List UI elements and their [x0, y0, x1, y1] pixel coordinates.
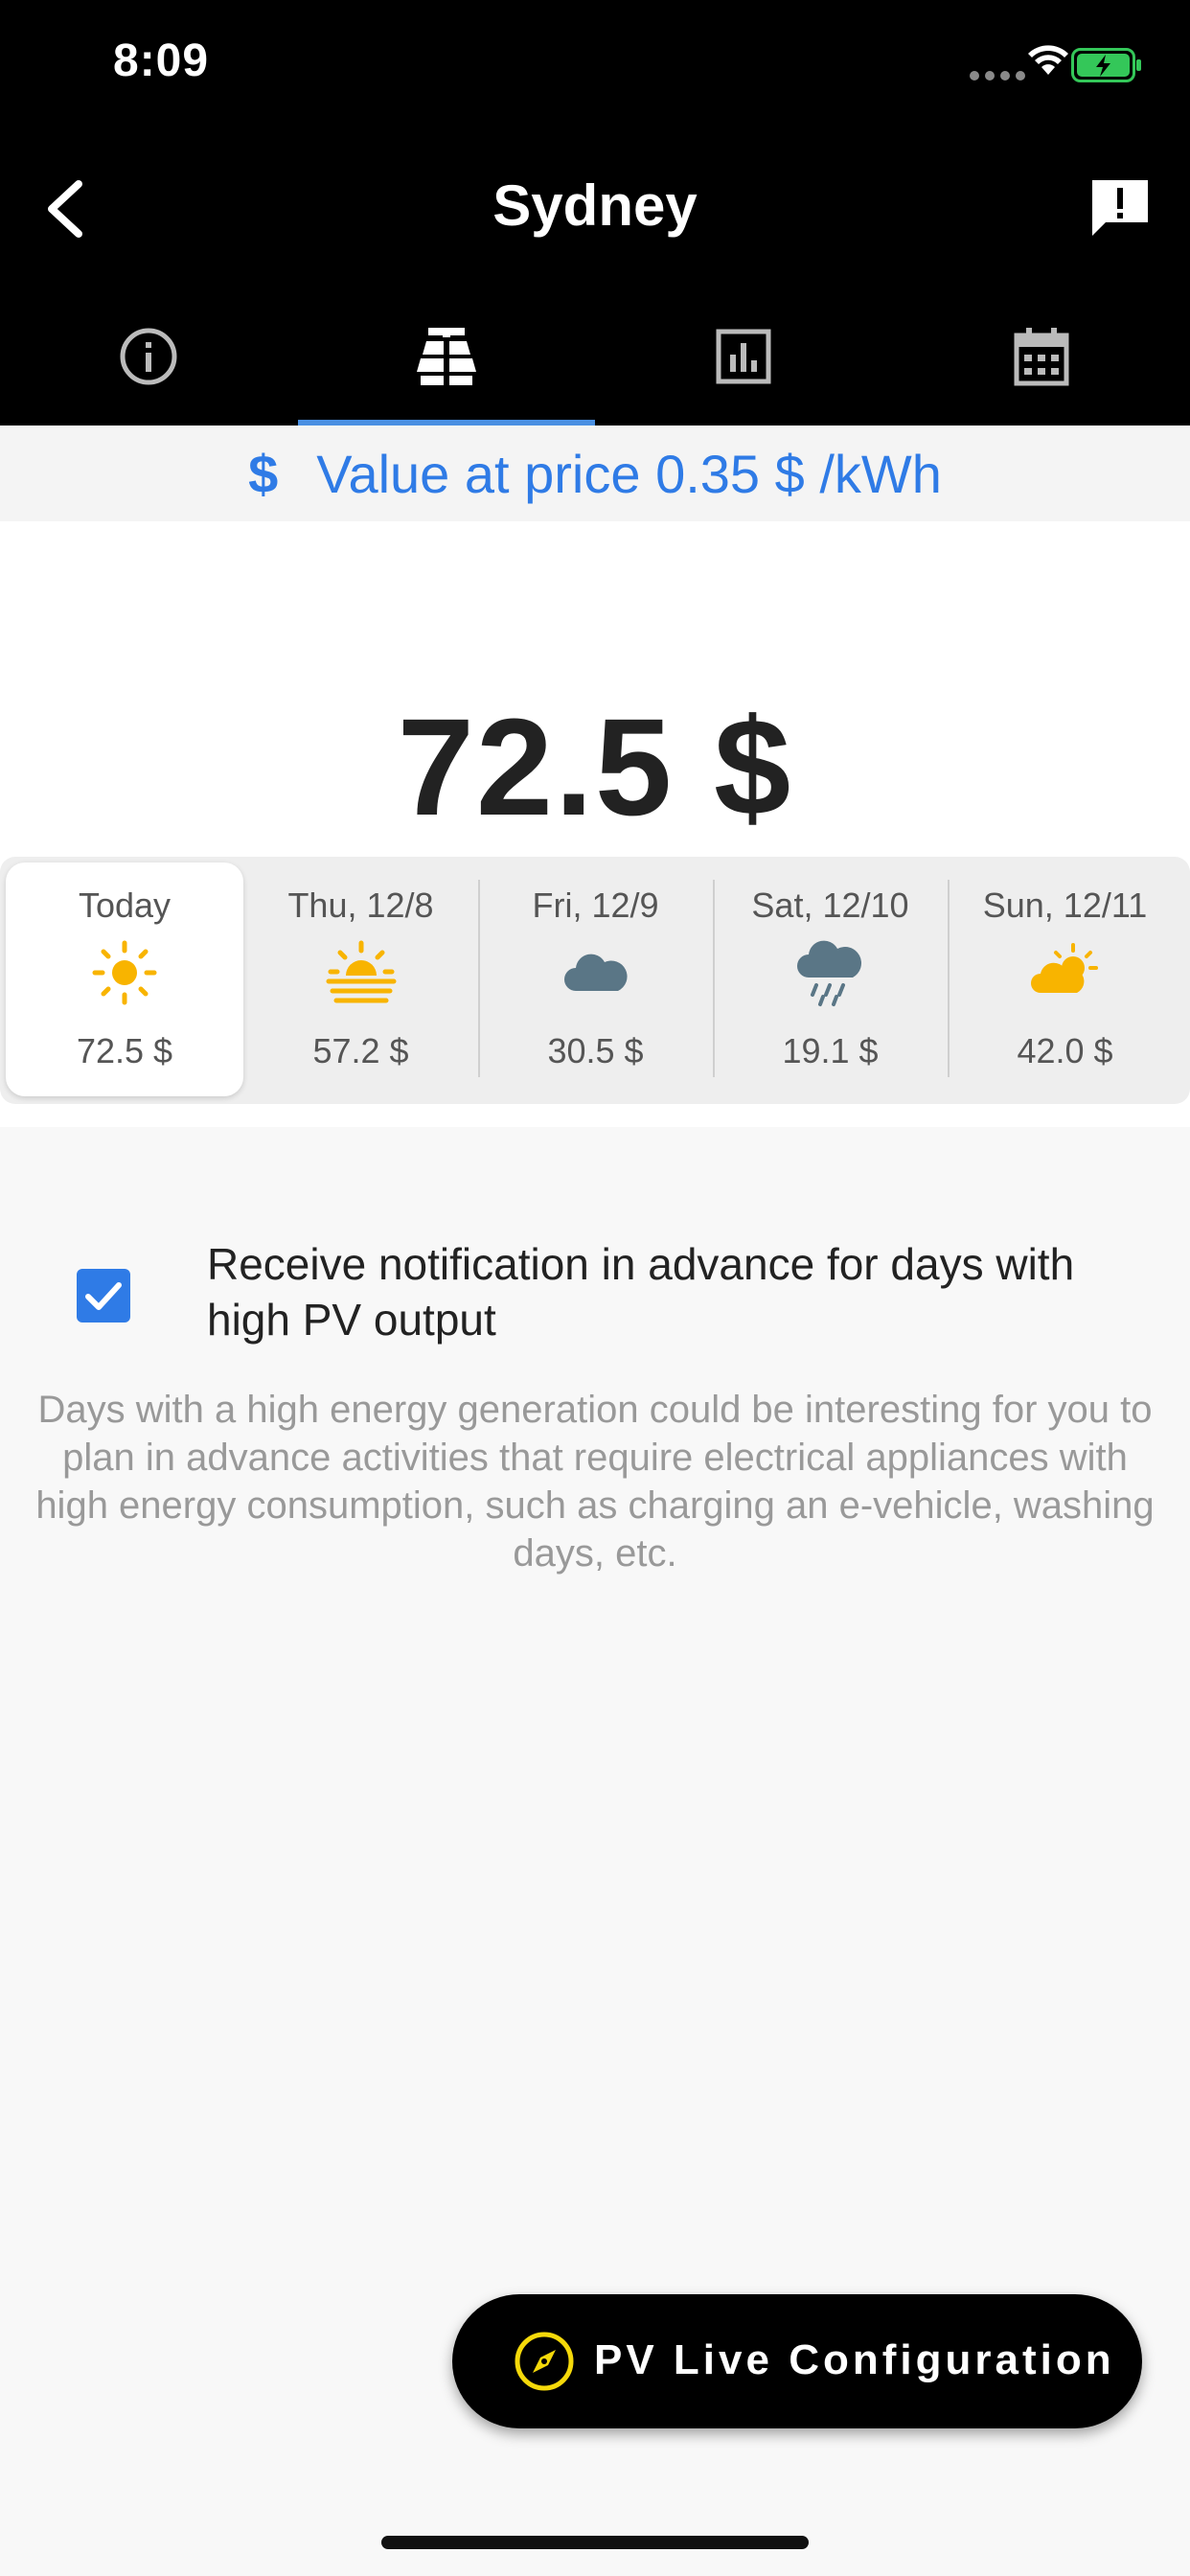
- partly-cloudy-icon: [1030, 943, 1098, 993]
- app-header: 8:09 Sydney: [0, 0, 1190, 426]
- report-button[interactable]: [1087, 174, 1154, 242]
- day-value: 30.5 $: [547, 1031, 644, 1070]
- status-time: 8:09: [113, 35, 210, 86]
- notification-checkbox[interactable]: [77, 1269, 130, 1322]
- tab-pv-value[interactable]: [297, 297, 596, 426]
- calendar-icon: [1014, 328, 1069, 386]
- day-item-fri[interactable]: Fri, 12/9 30.5 $: [478, 857, 713, 1104]
- total-value: 72.5 $: [397, 690, 793, 844]
- sunset-icon: [326, 940, 396, 1003]
- page-title: Sydney: [492, 173, 698, 238]
- day-item-sun[interactable]: Sun, 12/11 42.0 $: [948, 857, 1182, 1104]
- price-text: Value at price 0.35 $ /kWh: [316, 443, 942, 504]
- day-item-today[interactable]: Today 72.5 $: [6, 862, 243, 1096]
- checkmark-icon: [85, 1282, 122, 1310]
- price-banner[interactable]: $ Value at price 0.35 $ /kWh: [0, 426, 1190, 521]
- wifi-icon: [1028, 45, 1068, 75]
- tab-info[interactable]: [0, 297, 298, 426]
- fab-label: PV Live Configuration: [594, 2336, 1115, 2383]
- solar-panel-icon: [416, 328, 476, 385]
- day-value: 19.1 $: [782, 1031, 879, 1070]
- day-item-sat[interactable]: Sat, 12/10 19.1 $: [713, 857, 948, 1104]
- day-value: 72.5 $: [76, 1031, 173, 1070]
- cloud-icon: [563, 954, 628, 991]
- cellular-signal-icon: [970, 71, 1025, 80]
- day-value: 57.2 $: [312, 1031, 409, 1070]
- tab-calendar[interactable]: [893, 297, 1190, 426]
- rain-icon: [796, 940, 861, 1006]
- tab-chart[interactable]: [595, 297, 893, 426]
- pv-live-configuration-button[interactable]: PV Live Configuration: [452, 2294, 1142, 2428]
- bar-chart-icon: [716, 329, 771, 384]
- day-label: Sun, 12/11: [982, 886, 1148, 925]
- day-label: Fri, 12/9: [532, 886, 659, 925]
- sun-icon: [92, 940, 157, 1005]
- day-item-thu[interactable]: Thu, 12/8 57.2 $: [243, 857, 478, 1104]
- day-label: Sat, 12/10: [751, 886, 909, 925]
- dollar-icon: $: [248, 443, 279, 504]
- report-icon: [1092, 180, 1148, 236]
- day-label: Today: [78, 886, 172, 925]
- info-icon: [120, 328, 177, 385]
- tab-bar: [0, 297, 1190, 426]
- battery-charging-icon: [1071, 48, 1141, 82]
- notification-description: Days with a high energy generation could…: [35, 1389, 1155, 1575]
- day-value: 42.0 $: [1017, 1031, 1113, 1070]
- chevron-left-icon: [48, 180, 82, 238]
- day-label: Thu, 12/8: [287, 886, 434, 925]
- back-button[interactable]: [36, 171, 94, 247]
- day-selector: Today 72.5 $ Thu, 12/8 57.2 $ Fri, 12/9 …: [0, 857, 1190, 1104]
- notification-label: Receive notification in advance for days…: [207, 1239, 1075, 1345]
- home-indicator: [381, 2536, 809, 2549]
- compass-icon: [515, 2332, 574, 2391]
